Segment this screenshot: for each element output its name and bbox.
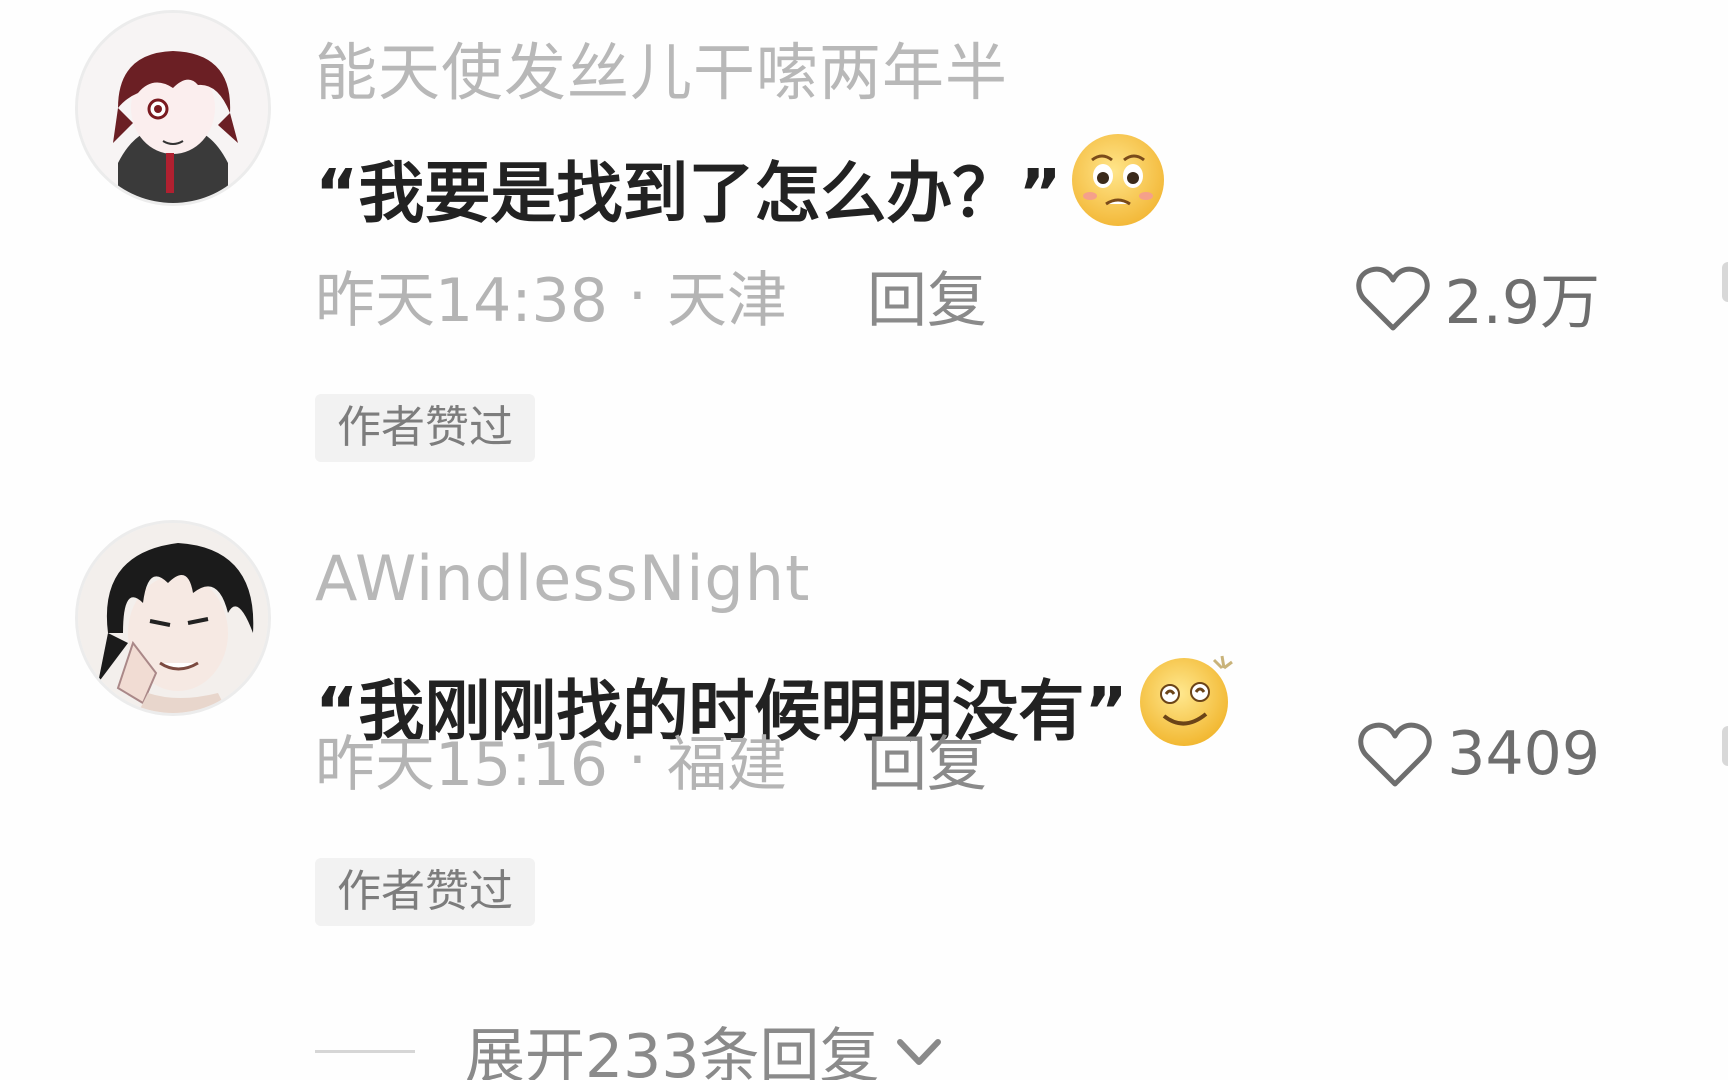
author-liked-badge: 作者赞过 bbox=[315, 858, 535, 926]
like-count: 2.9万 bbox=[1444, 268, 1600, 338]
comment-location: 天津 bbox=[667, 266, 787, 336]
comment-location: 福建 bbox=[667, 730, 787, 800]
reply-button[interactable]: 回复 bbox=[867, 252, 987, 339]
username[interactable]: AWindlessNight bbox=[315, 542, 810, 615]
comment-text-content: “我要是找到了怎么办？” bbox=[315, 155, 1062, 232]
author-liked-badge: 作者赞过 bbox=[315, 394, 535, 462]
scroll-edge-mark bbox=[1722, 726, 1728, 766]
like-button[interactable]: 2.9万 bbox=[1353, 254, 1600, 341]
expand-replies-label: 展开233条回复 bbox=[465, 1022, 880, 1080]
comment-text: “我要是找到了怎么办？” bbox=[315, 130, 1168, 246]
avatar[interactable] bbox=[75, 520, 271, 716]
like-button[interactable]: 3409 bbox=[1355, 718, 1600, 790]
comment-time: 昨天15:16 bbox=[315, 730, 608, 800]
username[interactable]: 能天使发丝儿干嗦两年半 bbox=[315, 22, 1008, 112]
expand-replies-button[interactable]: 展开233条回复 bbox=[315, 1008, 944, 1080]
dizzy-smile-emoji bbox=[1134, 646, 1238, 766]
divider-line bbox=[315, 1050, 415, 1053]
scroll-edge-mark bbox=[1722, 262, 1728, 302]
reply-button[interactable]: 回复 bbox=[867, 716, 987, 803]
comment-time: 昨天14:38 bbox=[315, 266, 608, 336]
comment-meta: 昨天15:16 · 福建 回复 bbox=[315, 716, 987, 803]
meta-separator: · bbox=[627, 724, 647, 795]
comment-meta: 昨天14:38 · 天津 回复 bbox=[315, 252, 987, 339]
heart-icon bbox=[1355, 266, 1430, 330]
like-count: 3409 bbox=[1447, 719, 1600, 789]
comment-list: 能天使发丝儿干嗦两年半 “我要是找到了怎么办？” 昨天14:38 · 天津 回复… bbox=[0, 0, 1728, 1080]
chevron-down-icon bbox=[896, 1038, 941, 1065]
avatar[interactable] bbox=[75, 10, 271, 206]
heart-icon bbox=[1358, 722, 1432, 787]
pleading-face-emoji bbox=[1068, 130, 1168, 246]
meta-separator: · bbox=[627, 260, 647, 331]
